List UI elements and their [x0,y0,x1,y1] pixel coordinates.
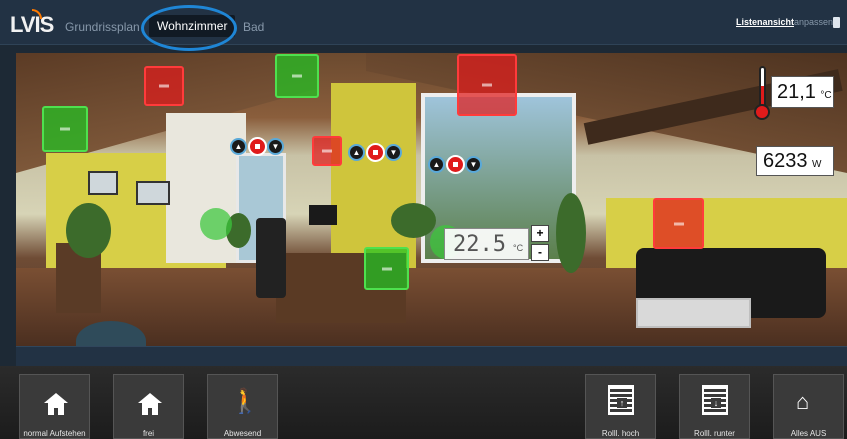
customize-link[interactable]: anpassen [794,17,833,27]
blind-control-left: ▲ ▼ [230,137,284,156]
light-indicator [381,267,392,270]
phone-icon[interactable] [833,17,840,28]
scene-label: Alles AUS [790,429,827,438]
walking-person-icon: 🚶 [230,388,260,415]
light-toggle-ceiling-left[interactable] [144,66,184,106]
blind-down-button[interactable]: ▼ [267,138,284,155]
temperature-setpoint: 22.5 °C + - [444,225,554,261]
scene-frei-button[interactable]: frei [113,374,184,439]
blind-stop-button[interactable] [248,137,267,156]
light-toggle-left-wall[interactable] [42,106,88,152]
setpoint-minus-button[interactable]: - [531,244,549,261]
lvis-logo: LVIS [10,9,54,37]
home-icon [138,393,162,415]
blind-down-icon: ↓ [702,385,728,415]
blind-up-button[interactable]: ▲ [348,144,365,161]
painting [136,181,170,205]
light-toggle-ceiling-center[interactable] [275,54,319,98]
top-bar: LVIS Grundrissplan Wohnzimmer Bad Listen… [0,0,847,51]
blind-stop-button[interactable] [446,155,465,174]
wall-center [331,83,416,273]
app-root: LVIS Grundrissplan Wohnzimmer Bad Listen… [0,0,847,439]
blind-control-window: ▲ ▼ [428,155,482,174]
light-indicator [60,127,70,131]
office-chair [256,218,286,298]
blind-control-center: ▲ ▼ [348,143,402,162]
temperature-display: 21,1 °C [771,76,834,108]
light-indicator [159,84,169,88]
setpoint-box: 22.5 °C [444,228,529,260]
blind-up-button[interactable]: ▲ [230,138,247,155]
blind-up-button[interactable]: ▲ [428,156,445,173]
scene-label: normal Aufstehen [23,429,86,438]
signal-icon [32,9,42,19]
home-icon [44,393,68,415]
scene-abwesend-button[interactable]: 🚶 Abwesend [207,374,278,439]
light-indicator [482,83,492,87]
painting [88,171,118,195]
blind-down-button[interactable]: ▼ [385,144,402,161]
tab-wohnzimmer[interactable]: Wohnzimmer [149,15,236,37]
power-display: 6233 W [756,146,834,176]
blind-up-icon: ↑ [608,385,634,415]
light-indicator [673,222,684,225]
tab-grundrissplan[interactable]: Grundrissplan [65,20,140,34]
light-indicator [322,149,332,153]
monitor [309,205,337,225]
scene-normal-aufstehen-button[interactable]: normal Aufstehen [19,374,90,439]
blind-stop-button[interactable] [366,143,385,162]
plant [66,203,111,258]
setpoint-value: 22.5 [453,232,506,257]
temperature-unit: °C [820,90,832,101]
thermometer-icon [754,66,770,121]
setpoint-unit: °C [513,243,524,253]
plant [391,203,436,238]
scene-rollladen-hoch-button[interactable]: ↑ Rolll. hoch [585,374,656,439]
socket-toggle-left[interactable] [200,208,232,240]
room-photo: ▲ ▼ ▲ ▼ ▲ ▼ 21,1 °C 6233 W 22.5 °C + - [16,53,847,346]
power-value: 6233 [763,150,808,172]
setpoint-plus-button[interactable]: + [531,225,549,242]
photo-footer-strip [16,346,847,366]
scene-label: frei [142,429,155,438]
power-unit: W [811,159,822,170]
light-toggle-sofa-lamp[interactable] [653,198,704,249]
coffee-table [636,298,751,328]
light-indicator [292,74,302,78]
tab-bad[interactable]: Bad [243,20,264,34]
light-toggle-desk[interactable] [364,247,409,290]
scene-rollladen-runter-button[interactable]: ↓ Rolll. runter [679,374,750,439]
list-view-link[interactable]: Listenansicht [736,17,794,27]
house-exit-icon: ⌂ [796,389,810,414]
scene-label: Rolll. runter [694,429,735,438]
scene-alles-aus-button[interactable]: ⌂ Alles AUS [773,374,844,439]
blind-down-button[interactable]: ▼ [465,156,482,173]
scene-bar: normal Aufstehen frei 🚶 Abwesend ↑ Rolll… [0,366,847,439]
thermometer-bulb [754,104,770,120]
light-toggle-wall-center[interactable] [312,136,342,166]
scene-label: Rolll. hoch [601,429,640,438]
plant [556,193,586,273]
light-toggle-ceiling-window[interactable] [457,54,517,116]
temperature-value: 21,1 [777,81,816,103]
scene-label: Abwesend [223,429,262,438]
